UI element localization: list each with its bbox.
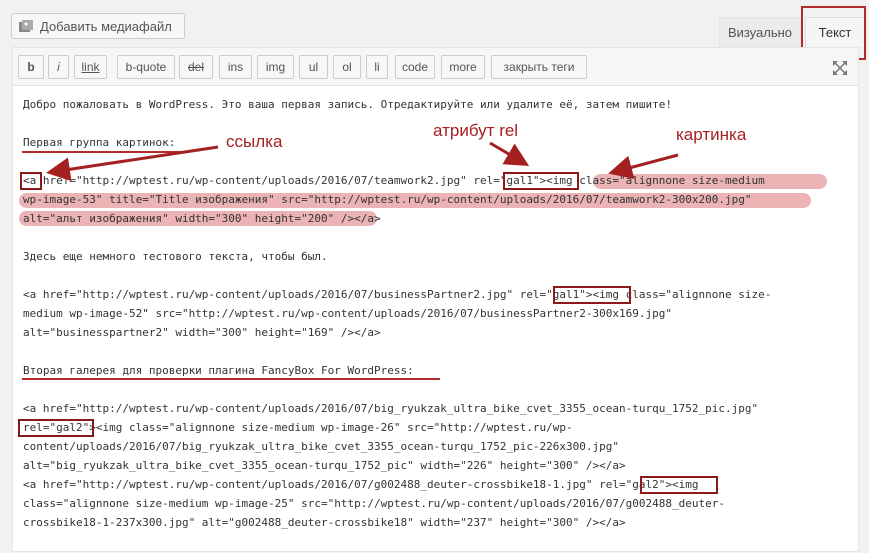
content-line: rel="gal2"><img class="alignnone size-me… [23,421,573,434]
qt-more-button[interactable]: more [441,55,485,79]
media-icon [19,20,33,32]
content-line: medium wp-image-52" src="http://wptest.r… [23,307,673,320]
content-line: Добро пожаловать в WordPress. Это ваша п… [23,98,673,111]
content-line: Первая группа картинок: [23,136,176,149]
content-line: <a href="http://wptest.ru/wp-content/upl… [23,402,759,415]
tab-visual[interactable]: Визуально [719,17,801,47]
content-line: <a href="http://wptest.ru/wp-content/upl… [23,478,699,491]
content-line: <a href="http://wptest.ru/wp-content/upl… [23,288,772,301]
add-media-button[interactable]: Добавить медиафайл [11,13,185,39]
content-line: crossbike18-1-237x300.jpg" alt="g002488_… [23,516,626,529]
content-line: alt="big_ryukzak_ultra_bike_cvet_3355_oc… [23,459,626,472]
qt-img-button[interactable]: img [257,55,294,79]
content-line: content/uploads/2016/07/big_ryukzak_ultr… [23,440,620,453]
qt-link-button[interactable]: link [74,55,107,79]
content-line: alt="businesspartner2" width="300" heigh… [23,326,381,339]
content-line: <a href="http://wptest.ru/wp-content/upl… [23,174,765,187]
qt-bold-button[interactable]: b [18,55,44,79]
content-line: alt="альт изображения" width="300" heigh… [23,212,381,225]
qt-ul-button[interactable]: ul [299,55,328,79]
content-line: Вторая галерея для проверки плагина Fanc… [23,364,414,377]
qt-li-button[interactable]: li [366,55,388,79]
text-editor-area[interactable]: Добро пожаловать в WordPress. Это ваша п… [13,87,858,553]
content-line: class="alignnone size-medium wp-image-25… [23,497,725,510]
qt-del-button[interactable]: del [179,55,213,79]
qt-ins-button[interactable]: ins [219,55,252,79]
qt-italic-button[interactable]: i [48,55,69,79]
content-line: wp-image-53" title="Title изображения" s… [23,193,752,206]
content-line: Здесь еще немного тестового текста, чтоб… [23,250,328,263]
quicktags-toolbar: b i link b-quote del ins img ul ol li co… [13,48,858,86]
fullscreen-icon[interactable] [832,60,848,76]
editor: b i link b-quote del ins img ul ol li co… [12,47,859,552]
qt-ol-button[interactable]: ol [333,55,361,79]
qt-code-button[interactable]: code [395,55,435,79]
add-media-label: Добавить медиафайл [40,18,172,34]
qt-blockquote-button[interactable]: b-quote [117,55,175,79]
qt-close-tags-button[interactable]: закрыть теги [491,55,587,79]
tab-visual-label: Визуально [727,25,793,40]
